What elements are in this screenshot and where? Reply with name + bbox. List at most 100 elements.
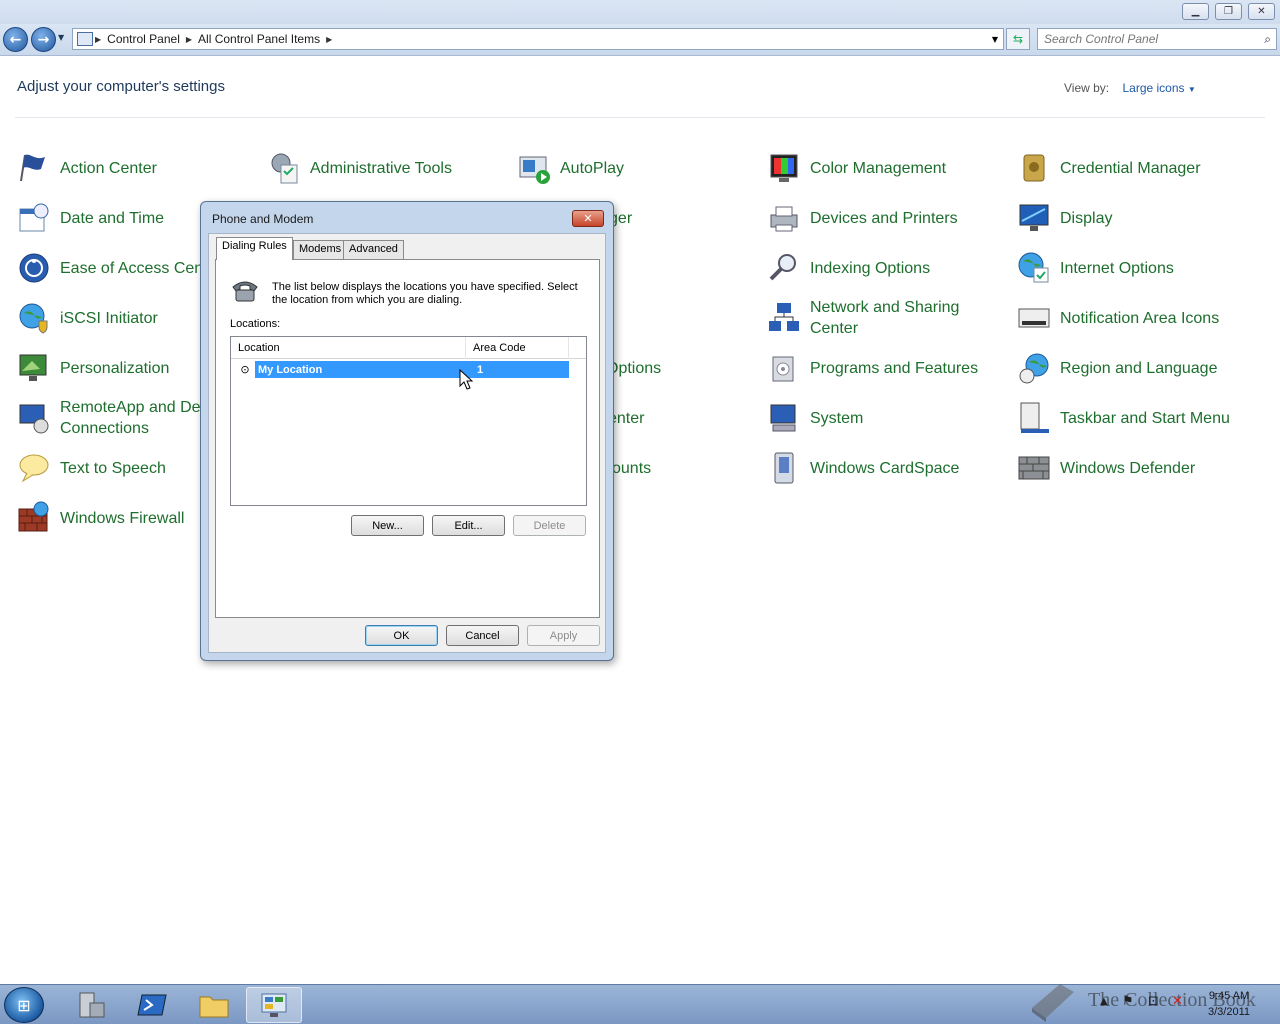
breadcrumb-control-panel[interactable]: Control Panel [103,32,184,46]
search-input[interactable]: Search Control Panel ⌕ [1037,28,1277,50]
cp-item-label[interactable]: Windows Defender [1060,458,1195,479]
cp-item-indexing-options[interactable]: Indexing Options [767,246,1007,290]
cp-item-label[interactable]: AutoPlay [560,158,624,179]
cp-item-options-partial[interactable]: Options [606,346,706,390]
phone-and-modem-dialog: Phone and Modem ✕ Dialing Rules Modems A… [200,201,614,661]
breadcrumb-chevron-icon[interactable]: ▶ [93,35,103,44]
taskbar-control-panel[interactable] [246,987,302,1023]
breadcrumb-chevron-icon[interactable]: ▶ [324,35,334,44]
cp-item-network-and-sharing[interactable]: Network and Sharing Center [767,296,1007,340]
column-location[interactable]: Location [231,337,466,359]
color-management-icon [767,151,801,185]
cancel-button[interactable]: Cancel [446,625,519,646]
navigation-bar: ← → ▼ ▶ Control Panel ▶ All Control Pane… [0,24,1280,56]
cp-item-system[interactable]: System [767,396,1007,440]
cp-item-label[interactable]: Notification Area Icons [1060,308,1219,329]
view-by-dropdown[interactable]: Large icons ▼ [1122,81,1195,95]
remoteapp-icon [17,401,51,435]
cp-item-label-line2[interactable]: Connections [60,418,209,439]
chevron-down-icon[interactable]: ▼ [1188,85,1196,94]
locations-list[interactable]: Location Area Code ⊙ My Location 1 [230,336,587,506]
recent-pages-dropdown[interactable]: ▼ [58,33,64,42]
breadcrumb-all-items[interactable]: All Control Panel Items [194,32,324,46]
breadcrumb-chevron-icon[interactable]: ▶ [184,35,194,44]
dialog-close-button[interactable]: ✕ [572,210,604,227]
cp-item-label[interactable]: Credential Manager [1060,158,1201,179]
cp-item-devices-and-printers[interactable]: Devices and Printers [767,196,1007,240]
cp-item-label[interactable]: Action Center [60,158,157,179]
cp-item-windows-defender[interactable]: Windows Defender [1017,446,1257,490]
address-dropdown-icon[interactable]: ▼ [992,35,998,44]
delete-location-button[interactable]: Delete [513,515,586,536]
cp-item-center-partial[interactable]: enter [608,396,708,440]
address-bar[interactable]: ▶ Control Panel ▶ All Control Panel Item… [72,28,1004,50]
cp-item-label[interactable]: Windows Firewall [60,508,184,529]
cp-item-label[interactable]: Devices and Printers [810,208,958,229]
taskbar-icon [1017,401,1051,435]
back-button[interactable]: ← [3,27,28,52]
search-icon[interactable]: ⌕ [1264,32,1271,47]
tab-dialing-rules[interactable]: Dialing Rules [216,237,293,260]
start-button[interactable]: ⊞ [4,987,44,1023]
show-hidden-icons-button[interactable]: ▲ [1100,996,1108,1007]
cp-item-label[interactable]: Region and Language [1060,358,1217,379]
cp-item-label[interactable]: RemoteApp and Des [60,397,209,418]
location-name[interactable]: My Location [255,364,471,376]
location-row[interactable]: ⊙ My Location 1 [235,361,569,378]
restore-icon: ❐ [1224,6,1233,17]
cp-item-label[interactable]: Ease of Access Cente [60,258,217,279]
tab-advanced[interactable]: Advanced [343,240,404,259]
network-tray-icon[interactable]: ⊡ [1148,994,1159,1009]
cp-item-autoplay[interactable]: AutoPlay [517,146,757,190]
cp-item-label[interactable]: Administrative Tools [310,158,452,179]
cp-item-administrative-tools[interactable]: Administrative Tools [267,146,507,190]
restore-button[interactable]: ❐ [1215,3,1242,20]
refresh-button[interactable]: ⇆ [1006,28,1030,50]
apply-button[interactable]: Apply [527,625,600,646]
close-icon: ✕ [1257,6,1266,17]
cp-item-programs-and-features[interactable]: Programs and Features [767,346,1007,390]
cp-item-display[interactable]: Display [1017,196,1257,240]
edit-location-button[interactable]: Edit... [432,515,505,536]
cp-item-label[interactable]: System [810,408,863,429]
action-center-flag-icon[interactable]: ⚑ [1122,994,1134,1009]
cp-item-label[interactable]: Programs and Features [810,358,978,379]
cp-item-label-line2[interactable]: Center [810,318,959,339]
ok-button[interactable]: OK [365,625,438,646]
tab-modems[interactable]: Modems [293,240,348,259]
close-window-button[interactable]: ✕ [1248,3,1275,20]
cp-item-internet-options[interactable]: Internet Options [1017,246,1257,290]
cp-item-credential-manager[interactable]: Credential Manager [1017,146,1257,190]
cp-item-label[interactable]: Network and Sharing [810,297,959,318]
cp-item-label[interactable]: Text to Speech [60,458,166,479]
cp-item-label[interactable]: Date and Time [60,208,164,229]
cp-item-label[interactable]: Internet Options [1060,258,1174,279]
cp-item-label[interactable]: Personalization [60,358,169,379]
column-area-code[interactable]: Area Code [466,337,569,359]
forward-button[interactable]: → [31,27,56,52]
cp-item-label[interactable]: Taskbar and Start Menu [1060,408,1230,429]
minimize-button[interactable]: ▁ [1182,3,1209,20]
cp-item-windows-cardspace[interactable]: Windows CardSpace [767,446,1007,490]
taskbar-server-manager[interactable] [62,987,118,1023]
cp-item-label[interactable]: Display [1060,208,1112,229]
cp-item-region-and-language[interactable]: Region and Language [1017,346,1257,390]
cp-item-notification-area-icons[interactable]: Notification Area Icons [1017,296,1257,340]
system-clock[interactable]: 9:45 AM 3/3/2011 [1199,988,1259,1020]
cp-item-label[interactable]: Options [606,358,661,379]
personalization-icon [17,351,51,385]
cp-item-label[interactable]: Indexing Options [810,258,930,279]
cp-item-taskbar-and-start-menu[interactable]: Taskbar and Start Menu [1017,396,1257,440]
new-location-button[interactable]: New... [351,515,424,536]
dialing-rules-panel: The list below displays the locations yo… [215,259,600,618]
cp-item-label[interactable]: Windows CardSpace [810,458,959,479]
taskbar-explorer[interactable] [186,987,242,1023]
cp-item-label[interactable]: iSCSI Initiator [60,308,158,329]
view-by-value[interactable]: Large icons [1122,81,1184,95]
cp-item-color-management[interactable]: Color Management [767,146,1007,190]
cp-item-action-center[interactable]: Action Center [17,146,257,190]
cp-item-label[interactable]: Color Management [810,158,946,179]
volume-muted-icon[interactable]: ✕ [1172,994,1183,1009]
cp-item-accounts-partial[interactable]: counts [604,446,704,490]
taskbar-powershell[interactable] [124,987,180,1023]
